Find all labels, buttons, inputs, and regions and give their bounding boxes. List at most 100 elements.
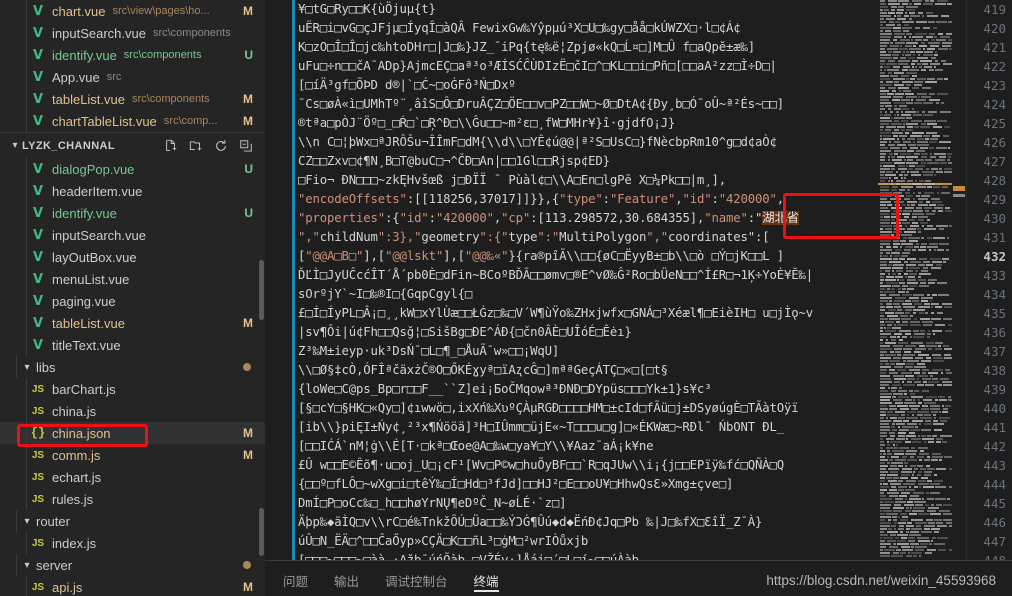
file-row-item[interactable]: Vpaging.vue bbox=[0, 290, 265, 312]
indent-guide bbox=[26, 400, 27, 422]
open-editor-item[interactable]: VchartTableList.vue src\comp... M bbox=[0, 110, 265, 132]
panel-tab-1[interactable]: 输出 bbox=[334, 564, 359, 594]
line-number: 438 bbox=[983, 363, 1006, 378]
panel-tab-3[interactable]: 终端 bbox=[473, 564, 499, 594]
editor-vertical-scrollbar[interactable] bbox=[952, 0, 966, 560]
indent-guide bbox=[16, 510, 17, 532]
vue-file-icon: V bbox=[32, 271, 44, 287]
minimap[interactable] bbox=[878, 0, 952, 560]
file-name: menuList.vue bbox=[52, 271, 130, 287]
explorer-section-header[interactable]: ▾ LYZK_CHANNAL bbox=[0, 132, 265, 158]
explorer-title: LYZK_CHANNAL bbox=[22, 139, 116, 152]
collapse-all-icon[interactable] bbox=[239, 139, 253, 153]
indent-guide bbox=[16, 554, 17, 576]
file-row-item[interactable]: JS api.js M bbox=[0, 576, 265, 596]
indent-guide bbox=[26, 532, 27, 554]
vue-file-icon: V bbox=[32, 315, 44, 331]
refresh-icon[interactable] bbox=[214, 139, 228, 153]
vue-file-icon: V bbox=[32, 69, 44, 85]
git-status-badge: M bbox=[243, 92, 253, 106]
git-status-badge: M bbox=[243, 448, 253, 462]
open-editors-list: Vchart.vue src\view\pages\ho... M VinputSea… bbox=[0, 0, 265, 132]
git-status-badge: U bbox=[244, 206, 253, 220]
file-row-item[interactable]: {} china.json M bbox=[0, 422, 265, 444]
line-number: 427 bbox=[983, 154, 1006, 169]
vue-file-icon: V bbox=[32, 337, 44, 353]
sidebar-scrollbar-thumb[interactable] bbox=[259, 260, 264, 320]
file-name: china.js bbox=[52, 403, 97, 419]
chevron-down-icon[interactable]: ▾ bbox=[8, 140, 22, 151]
folder-row[interactable]: ▾ server bbox=[0, 554, 265, 576]
line-number: 421 bbox=[983, 40, 1006, 55]
git-status-badge: U bbox=[244, 48, 253, 62]
line-number: 440 bbox=[983, 401, 1006, 416]
open-editor-filename: tableList.vue bbox=[52, 91, 125, 107]
file-row-item[interactable]: JS index.js bbox=[0, 532, 265, 554]
folder-change-dot bbox=[243, 363, 251, 371]
indent-guide bbox=[26, 224, 27, 246]
file-row-item[interactable]: VheaderItem.vue bbox=[0, 180, 265, 202]
chevron-down-icon[interactable]: ▾ bbox=[20, 516, 34, 527]
indent-guide bbox=[26, 66, 27, 88]
open-editor-filename: inputSearch.vue bbox=[52, 25, 146, 41]
js-file-icon: JS bbox=[31, 405, 45, 417]
file-row-item[interactable]: JS barChart.js bbox=[0, 378, 265, 400]
watermark-url: https://blog.csdn.net/weixin_45593968 bbox=[766, 573, 996, 588]
open-editor-filename: identify.vue bbox=[52, 47, 117, 63]
vue-file-icon: V bbox=[32, 205, 44, 221]
sidebar-scrollbar-thumb-lower[interactable] bbox=[259, 508, 264, 556]
vue-file-icon: V bbox=[32, 3, 44, 19]
json-file-icon: {} bbox=[30, 426, 46, 440]
file-row-item[interactable]: VdialogPop.vue U bbox=[0, 158, 265, 180]
git-status-badge: M bbox=[243, 114, 253, 128]
chevron-down-icon[interactable]: ▾ bbox=[20, 560, 34, 571]
panel-tab-0[interactable]: 问题 bbox=[283, 564, 308, 594]
minimap-line bbox=[878, 555, 952, 558]
line-number: 439 bbox=[983, 382, 1006, 397]
file-row-item[interactable]: VinputSearch.vue bbox=[0, 224, 265, 246]
file-row-item[interactable]: VtitleText.vue bbox=[0, 334, 265, 356]
folder-row[interactable]: ▾ router bbox=[0, 510, 265, 532]
line-number: 445 bbox=[983, 496, 1006, 511]
file-name: titleText.vue bbox=[52, 337, 121, 353]
indent-guide bbox=[16, 356, 17, 378]
line-number: 424 bbox=[983, 97, 1006, 112]
git-status-badge: M bbox=[243, 580, 253, 594]
panel-tab-2[interactable]: 调试控制台 bbox=[385, 564, 448, 594]
indent-guide bbox=[26, 180, 27, 202]
open-editor-filepath: src\components bbox=[123, 49, 202, 61]
vscode-window: Vchart.vue src\view\pages\ho... M VinputSea… bbox=[0, 0, 1012, 596]
file-row-item[interactable]: Videntify.vue U bbox=[0, 202, 265, 224]
open-editor-item[interactable]: Videntify.vue src\components U bbox=[0, 44, 265, 66]
open-editor-item[interactable]: VinputSearch.vue src\components bbox=[0, 22, 265, 44]
new-file-icon[interactable] bbox=[164, 139, 178, 153]
file-name: paging.vue bbox=[52, 293, 116, 309]
bottom-panel: 问题 输出 调试控制台 终端 https://blog.csdn.net/weixin… bbox=[265, 560, 1012, 596]
file-name: china.json bbox=[52, 425, 111, 441]
open-editor-item[interactable]: V App.vue src bbox=[0, 66, 265, 88]
line-number: 434 bbox=[983, 287, 1006, 302]
file-name: echart.js bbox=[52, 469, 102, 485]
indent-guide bbox=[26, 334, 27, 356]
file-row-item[interactable]: VmenuList.vue bbox=[0, 268, 265, 290]
new-folder-icon[interactable] bbox=[189, 139, 203, 153]
line-number: 426 bbox=[983, 135, 1006, 150]
js-file-icon: JS bbox=[31, 449, 45, 461]
file-name: api.js bbox=[52, 579, 83, 595]
chevron-down-icon[interactable]: ▾ bbox=[20, 362, 34, 373]
file-row-item[interactable]: JS comm.js M bbox=[0, 444, 265, 466]
editor-focus-border bbox=[292, 0, 295, 560]
line-number: 433 bbox=[983, 268, 1006, 283]
folder-row[interactable]: ▾ libs bbox=[0, 356, 265, 378]
file-row-item[interactable]: JS echart.js bbox=[0, 466, 265, 488]
search-match-highlight: 湖北省 bbox=[762, 211, 799, 225]
file-row-item[interactable]: VtableList.vue M bbox=[0, 312, 265, 334]
open-editor-item[interactable]: VtableList.vue src\components M bbox=[0, 88, 265, 110]
open-editor-item[interactable]: Vchart.vue src\view\pages\ho... M bbox=[0, 0, 265, 22]
file-row-item[interactable]: VlayOutBox.vue bbox=[0, 246, 265, 268]
sidebar: Vchart.vue src\view\pages\ho... M VinputSea… bbox=[0, 0, 265, 596]
file-row-item[interactable]: JS rules.js bbox=[0, 488, 265, 510]
file-row-item[interactable]: JS china.js bbox=[0, 400, 265, 422]
indent-guide bbox=[26, 576, 27, 596]
line-number: 430 bbox=[983, 211, 1006, 226]
